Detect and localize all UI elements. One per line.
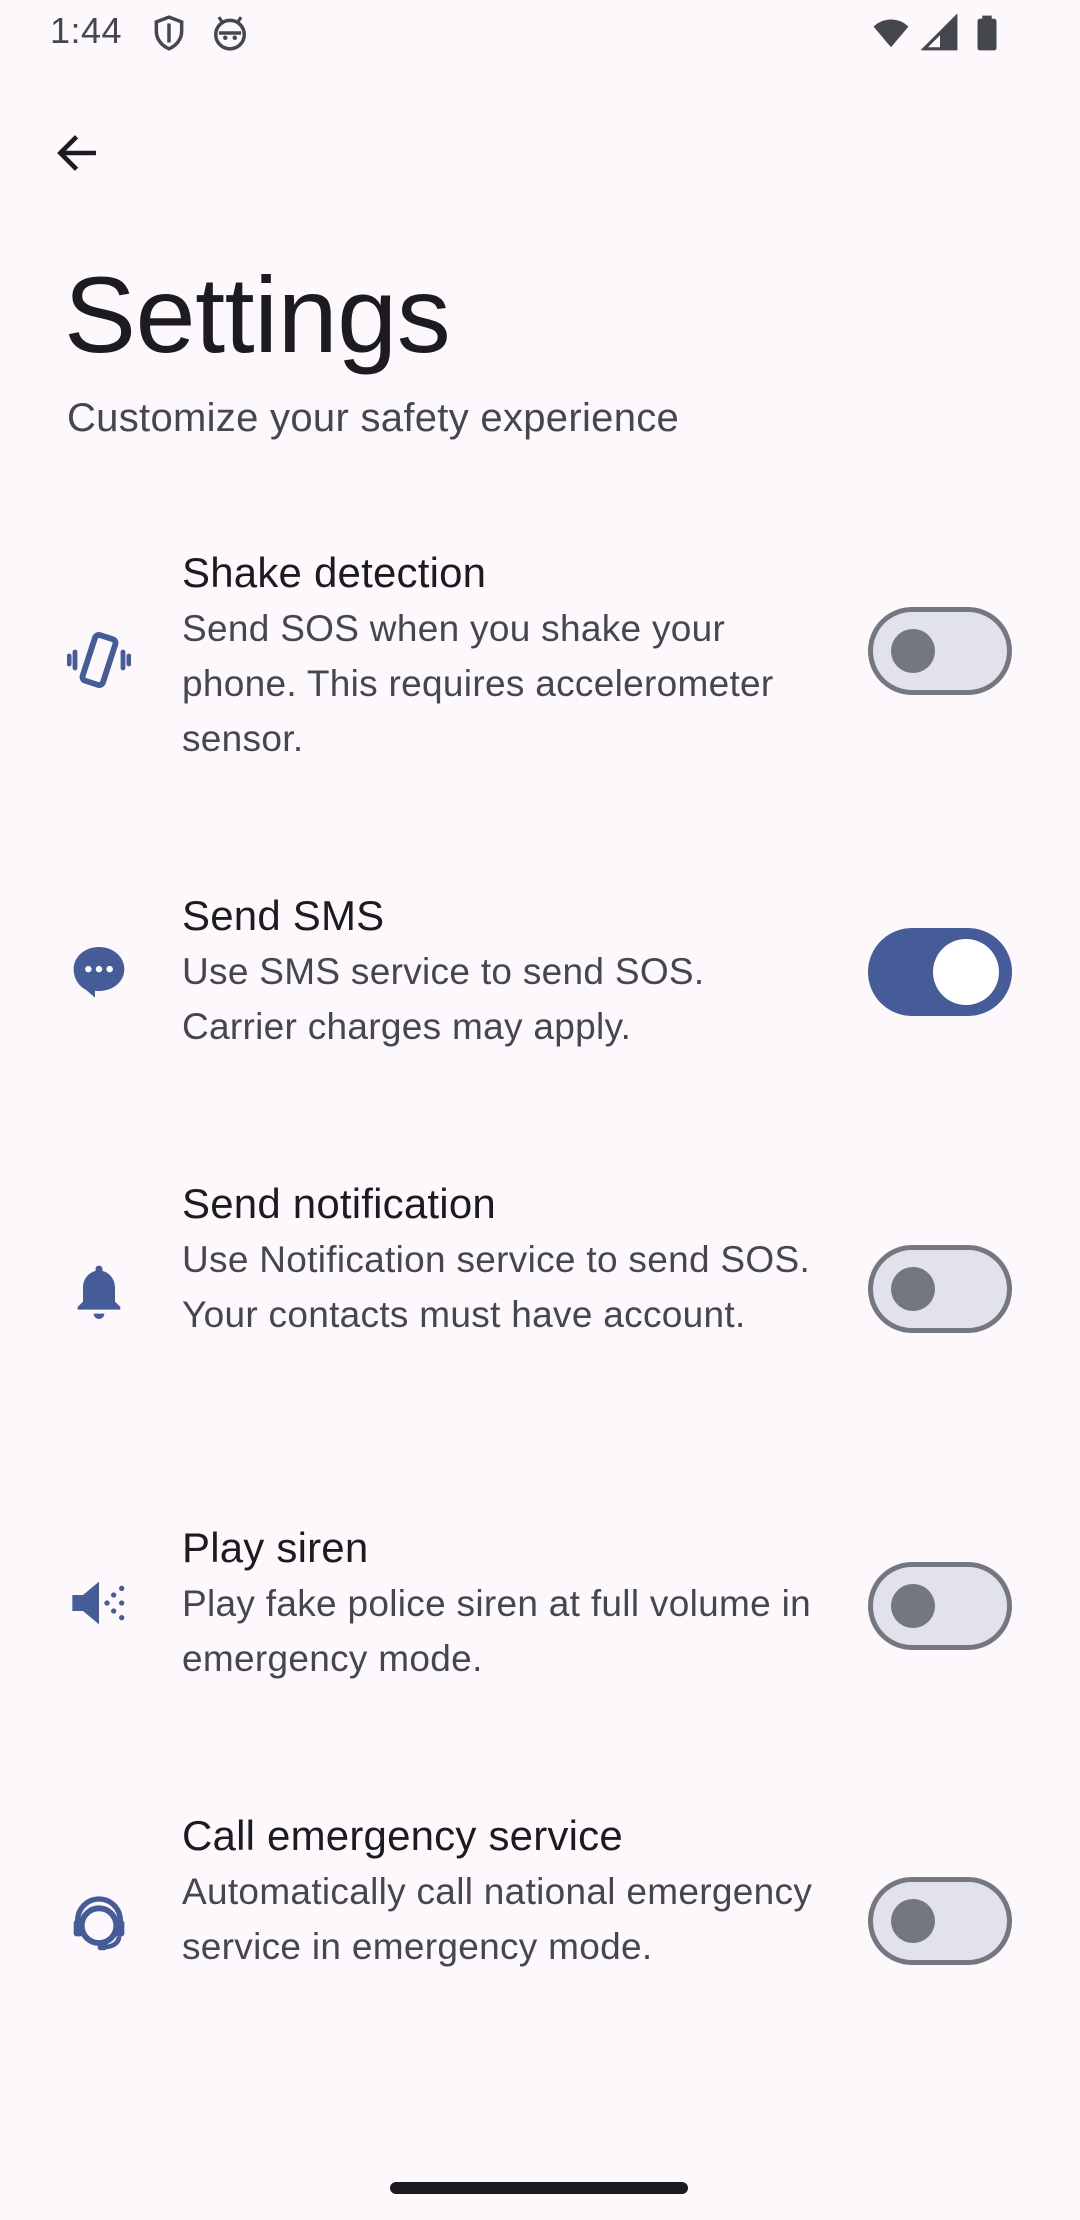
android-face-icon (211, 14, 249, 52)
support-agent-icon (64, 1888, 134, 1958)
sms-icon (64, 936, 134, 1006)
setting-description: Play fake police siren at full volume in… (182, 1583, 811, 1679)
status-bar: 1:44 (0, 0, 1080, 66)
status-time: 1:44 (50, 10, 123, 51)
play-siren-switch[interactable] (868, 1562, 1012, 1650)
setting-description: Send SOS when you shake your phone. This… (182, 608, 774, 759)
speaker-siren-icon (64, 1568, 134, 1638)
switch-thumb (891, 1584, 935, 1628)
back-button[interactable] (38, 114, 116, 192)
shield-icon (150, 14, 188, 52)
setting-description: Use Notification service to send SOS. Yo… (182, 1239, 811, 1335)
setting-description: Use SMS service to send SOS. Carrier cha… (182, 951, 705, 1047)
setting-title: Call emergency service (182, 1812, 623, 1859)
page-title: Settings (64, 254, 451, 375)
setting-title: Play siren (182, 1524, 369, 1571)
send-notification-switch[interactable] (868, 1245, 1012, 1333)
switch-thumb (891, 629, 935, 673)
setting-row-call-emergency-service[interactable]: Call emergency service Automatically cal… (0, 1808, 1080, 2038)
setting-description: Automatically call national emergency se… (182, 1871, 813, 1967)
setting-row-shake-detection[interactable]: Shake detection Send SOS when you shake … (0, 545, 1080, 775)
page-subtitle: Customize your safety experience (67, 396, 680, 440)
setting-title: Shake detection (182, 549, 487, 596)
call-emergency-service-switch[interactable] (868, 1877, 1012, 1965)
setting-title: Send notification (182, 1180, 496, 1227)
setting-row-send-notification[interactable]: Send notification Use Notification servi… (0, 1176, 1080, 1406)
gesture-navigation-bar[interactable] (390, 2182, 688, 2194)
wifi-icon (872, 14, 910, 52)
battery-icon (968, 14, 1006, 52)
arrow-back-icon (57, 135, 96, 171)
send-sms-switch[interactable] (868, 928, 1012, 1016)
shake-detection-switch[interactable] (868, 607, 1012, 695)
setting-title: Send SMS (182, 892, 385, 939)
switch-thumb (891, 1267, 935, 1311)
cellular-signal-icon (921, 14, 959, 52)
setting-row-play-siren[interactable]: Play siren Play fake police siren at ful… (0, 1520, 1080, 1710)
notification-bell-icon (64, 1256, 134, 1326)
setting-row-send-sms[interactable]: Send SMS Use SMS service to send SOS. Ca… (0, 888, 1080, 1078)
switch-thumb (933, 939, 999, 1005)
vibration-icon (64, 625, 134, 695)
switch-thumb (891, 1899, 935, 1943)
